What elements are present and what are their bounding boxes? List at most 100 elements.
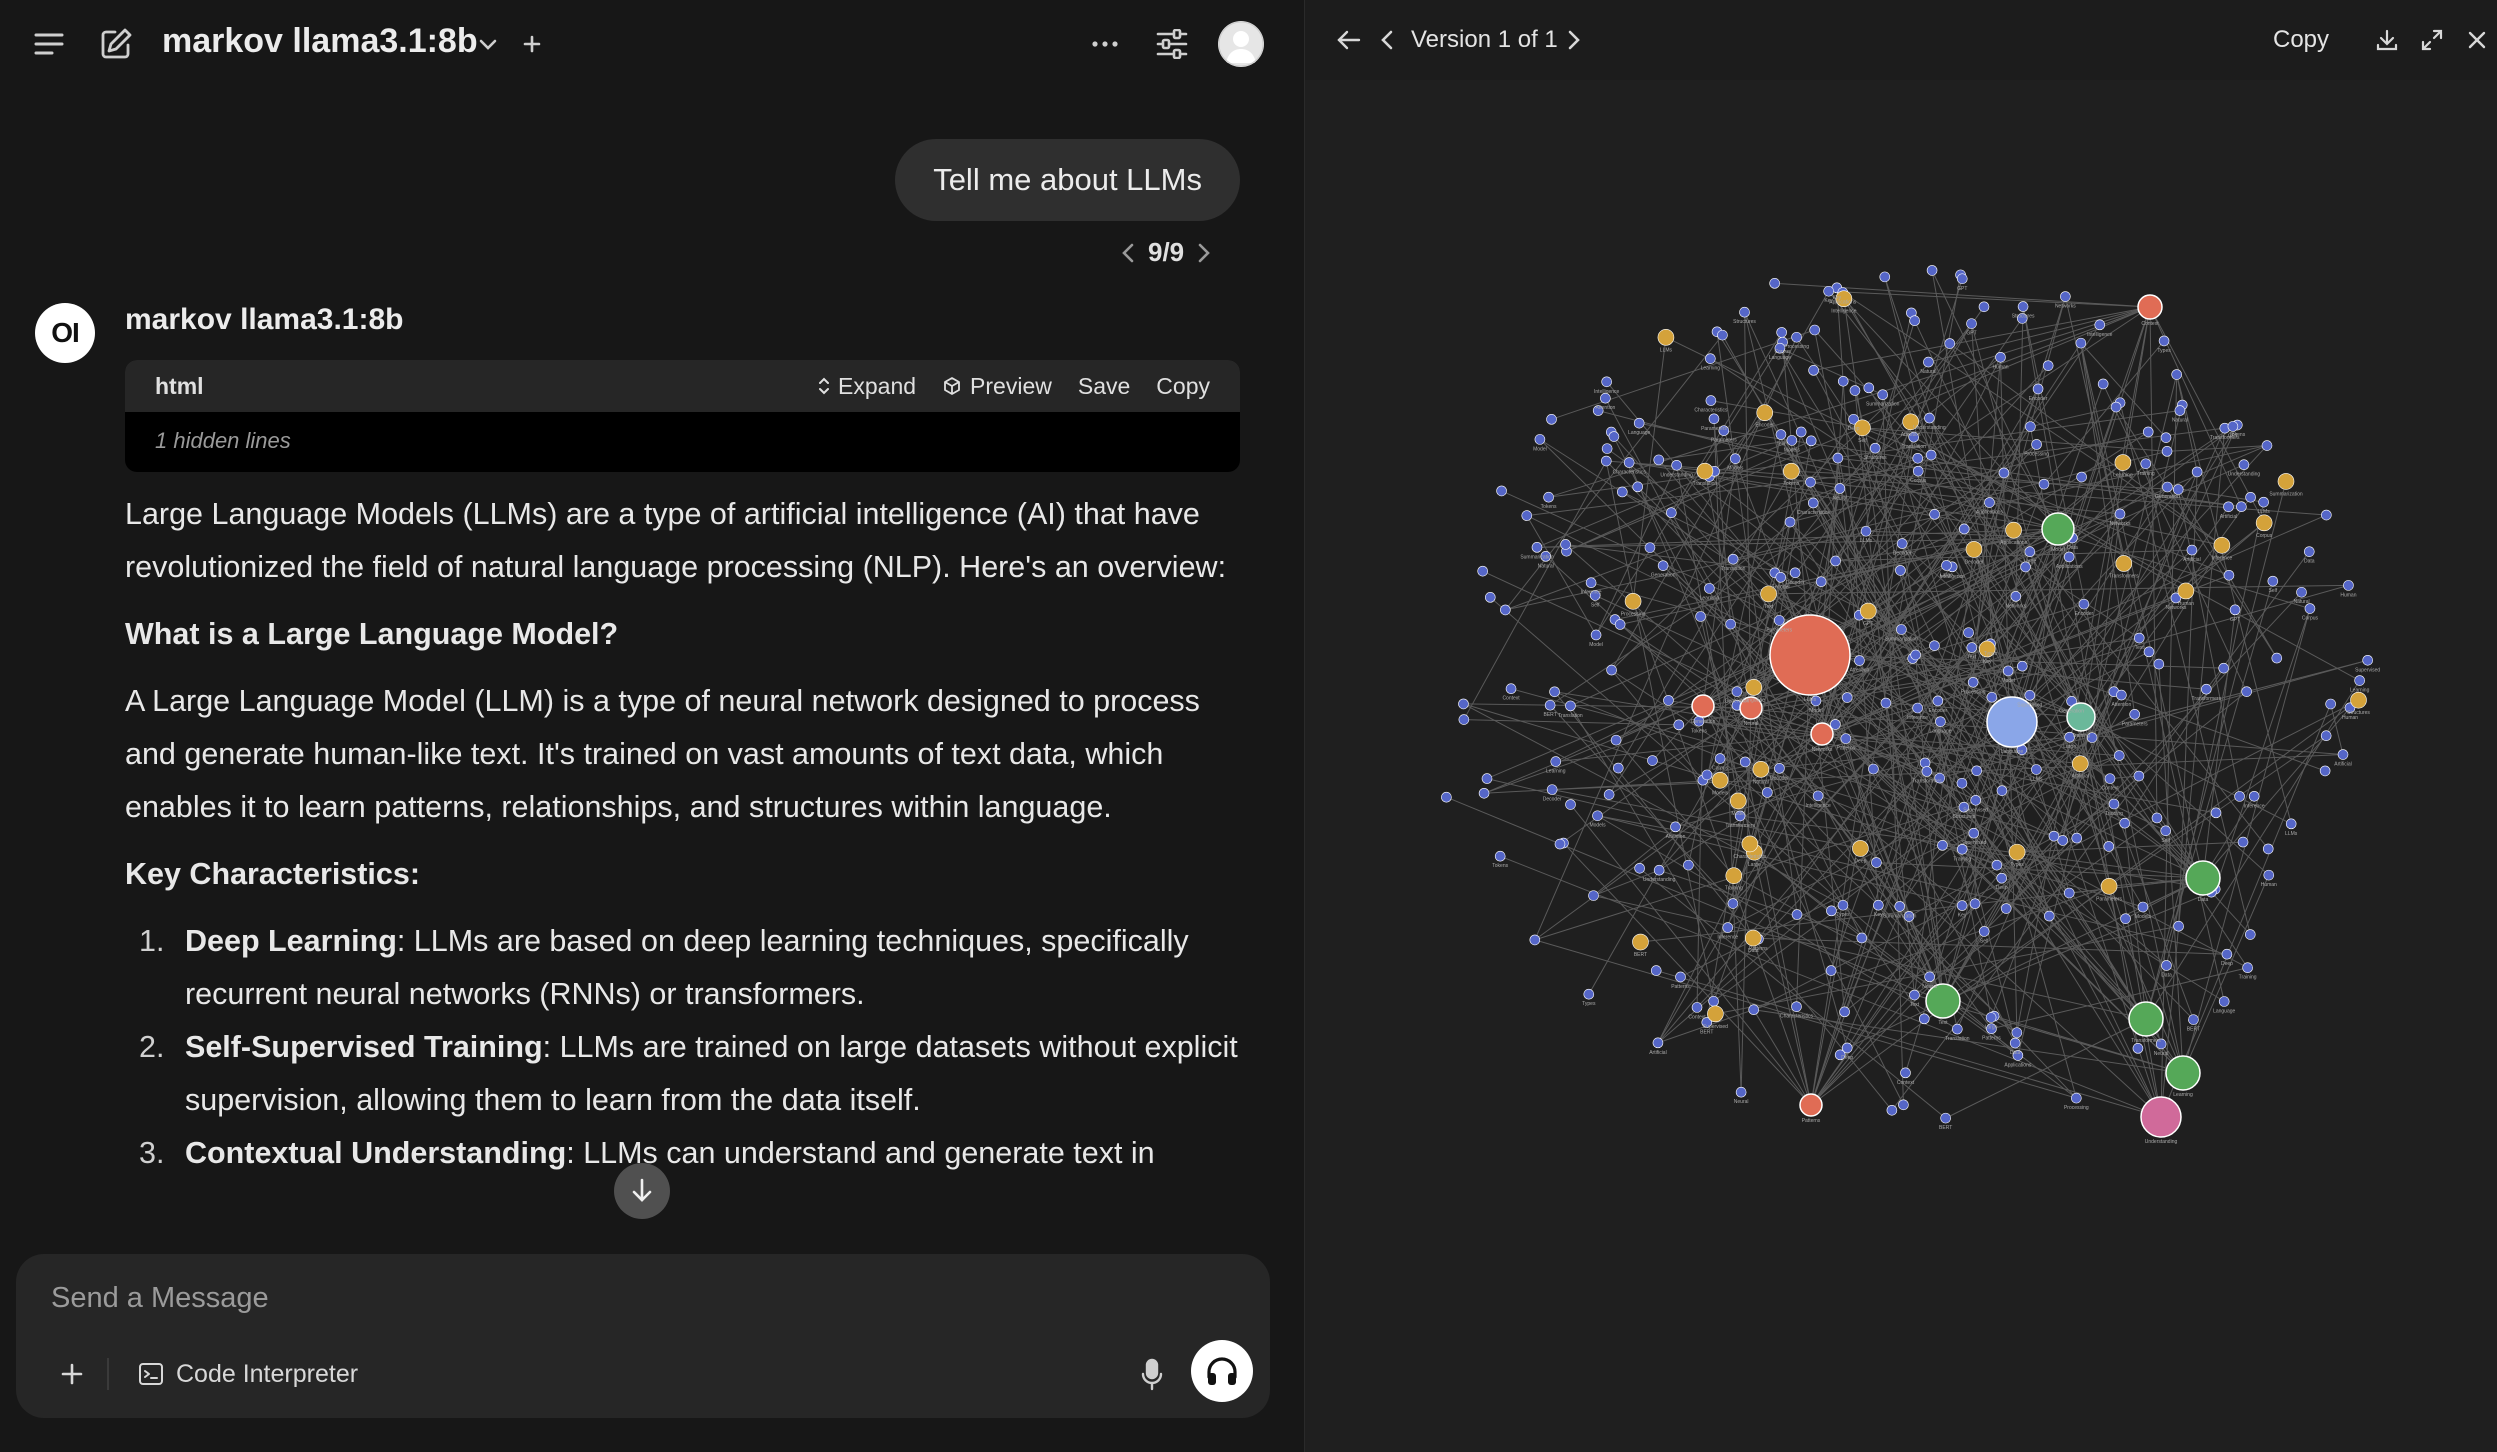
graph-node[interactable]: [1809, 324, 1820, 336]
graph-node[interactable]: [1963, 627, 1974, 638]
graph-node[interactable]: [1826, 905, 1837, 917]
graph-node[interactable]: [2104, 773, 2116, 784]
message-input[interactable]: Send a Message: [51, 1282, 269, 1315]
graph-node[interactable]: [2075, 337, 2087, 349]
chevron-left-icon[interactable]: [1118, 238, 1138, 268]
graph-node[interactable]: [1909, 315, 1920, 326]
graph-node[interactable]: [1691, 1002, 1703, 1013]
graph-node[interactable]: [2110, 401, 2122, 413]
graph-node[interactable]: [2017, 301, 2029, 312]
graph-node[interactable]: [1774, 763, 1785, 774]
graph-node[interactable]: [1966, 318, 1977, 329]
graph-node[interactable]: [2201, 683, 2212, 695]
graph-node[interactable]: [1967, 676, 1979, 688]
graph-node[interactable]: [2213, 536, 2231, 554]
graph-node[interactable]: [1653, 864, 1665, 876]
graph-node[interactable]: [2024, 690, 2036, 701]
graph-node[interactable]: [2325, 698, 2336, 710]
graph-node[interactable]: [2248, 790, 2260, 802]
copy-artifact-button[interactable]: Copy: [2273, 22, 2329, 58]
graph-node[interactable]: [2071, 755, 2089, 772]
graph-node[interactable]: [1744, 929, 1762, 947]
save-button[interactable]: Save: [1078, 373, 1130, 400]
graph-node[interactable]: [1910, 649, 1921, 661]
graph-node[interactable]: [1730, 453, 1741, 464]
graph-node[interactable]: [1550, 756, 1562, 767]
graph-node[interactable]: [2032, 383, 2044, 395]
user-avatar[interactable]: [1218, 21, 1264, 67]
graph-node[interactable]: [1776, 327, 1787, 338]
graph-node[interactable]: [1956, 900, 1968, 911]
graph-node[interactable]: [2114, 454, 2132, 471]
graph-node[interactable]: [1756, 404, 1774, 421]
graph-node[interactable]: [1852, 840, 1869, 857]
graph-node[interactable]: [2066, 702, 2096, 732]
graph-node[interactable]: [2063, 887, 2075, 899]
graph-node[interactable]: [2024, 546, 2036, 558]
graph-node[interactable]: [1841, 692, 1853, 703]
graph-node[interactable]: [2048, 830, 2060, 842]
graph-node[interactable]: [2161, 960, 2172, 971]
graph-node[interactable]: [2142, 426, 2154, 438]
graph-node[interactable]: [2042, 360, 2054, 371]
graph-node[interactable]: [1683, 859, 1694, 871]
graph-node[interactable]: [1810, 722, 1834, 746]
graph-node[interactable]: [1729, 792, 1747, 810]
graph-node[interactable]: [1632, 933, 1649, 951]
code-interpreter-toggle[interactable]: Code Interpreter: [138, 1354, 358, 1394]
graph-node[interactable]: [1500, 604, 1511, 616]
graph-node[interactable]: [2263, 869, 2275, 881]
graph-node[interactable]: [2153, 658, 2165, 670]
controls-sliders-icon[interactable]: [1150, 22, 1194, 66]
chevron-right-icon[interactable]: [1554, 20, 1594, 60]
graph-node[interactable]: [2031, 764, 2042, 775]
graph-node[interactable]: [1791, 1001, 1802, 1012]
graph-node[interactable]: [1585, 577, 1597, 588]
graph-node[interactable]: [1739, 756, 1751, 768]
graph-node[interactable]: [1458, 698, 1469, 710]
graph-node[interactable]: [1601, 443, 1613, 454]
graph-node[interactable]: [1612, 762, 1624, 774]
graph-node[interactable]: [1952, 1023, 1963, 1035]
graph-node[interactable]: [1773, 615, 1785, 626]
graph-node[interactable]: [2057, 835, 2069, 846]
graph-node[interactable]: [1986, 691, 1998, 703]
graph-node[interactable]: [2303, 546, 2315, 557]
graph-node[interactable]: [2362, 654, 2373, 666]
graph-node[interactable]: [2017, 660, 2028, 672]
graph-node[interactable]: [2177, 582, 2195, 600]
graph-node[interactable]: [1923, 356, 1934, 368]
graph-node[interactable]: [2162, 481, 2173, 493]
graph-node[interactable]: [1929, 509, 1940, 520]
graph-node[interactable]: [1769, 278, 1780, 289]
graph-node[interactable]: [1657, 329, 1675, 346]
graph-node[interactable]: [1791, 909, 1803, 920]
graph-node[interactable]: [1958, 523, 1970, 535]
graph-node[interactable]: [2140, 458, 2152, 470]
graph-node[interactable]: [2038, 478, 2050, 490]
graph-node[interactable]: [2218, 662, 2229, 674]
chevron-down-icon[interactable]: [466, 22, 510, 66]
graph-node[interactable]: [2191, 466, 2203, 478]
graph-node[interactable]: [1608, 431, 1620, 442]
graph-node[interactable]: [1549, 686, 1560, 698]
graph-node[interactable]: [2221, 948, 2233, 960]
graph-node[interactable]: [1995, 351, 2006, 363]
graph-node[interactable]: [2000, 903, 2012, 914]
graph-node[interactable]: [1856, 932, 1868, 944]
graph-node[interactable]: [1748, 1004, 1760, 1016]
graph-node[interactable]: [1565, 799, 1576, 810]
graph-node[interactable]: [2210, 807, 2222, 819]
graph-node[interactable]: [1484, 592, 1496, 603]
graph-node[interactable]: [1935, 716, 1946, 727]
graph-node[interactable]: [1786, 435, 1798, 446]
graph-node[interactable]: [2132, 1043, 2144, 1054]
graph-node[interactable]: [1650, 965, 1662, 976]
graph-node[interactable]: [1565, 700, 1576, 712]
graph-node[interactable]: [2158, 335, 2170, 347]
graph-node[interactable]: [1886, 1105, 1898, 1116]
graph-node[interactable]: [1670, 821, 1681, 833]
graph-node[interactable]: [1727, 553, 1739, 565]
graph-node[interactable]: [1735, 1086, 1747, 1098]
graph-node[interactable]: [1671, 459, 1682, 471]
